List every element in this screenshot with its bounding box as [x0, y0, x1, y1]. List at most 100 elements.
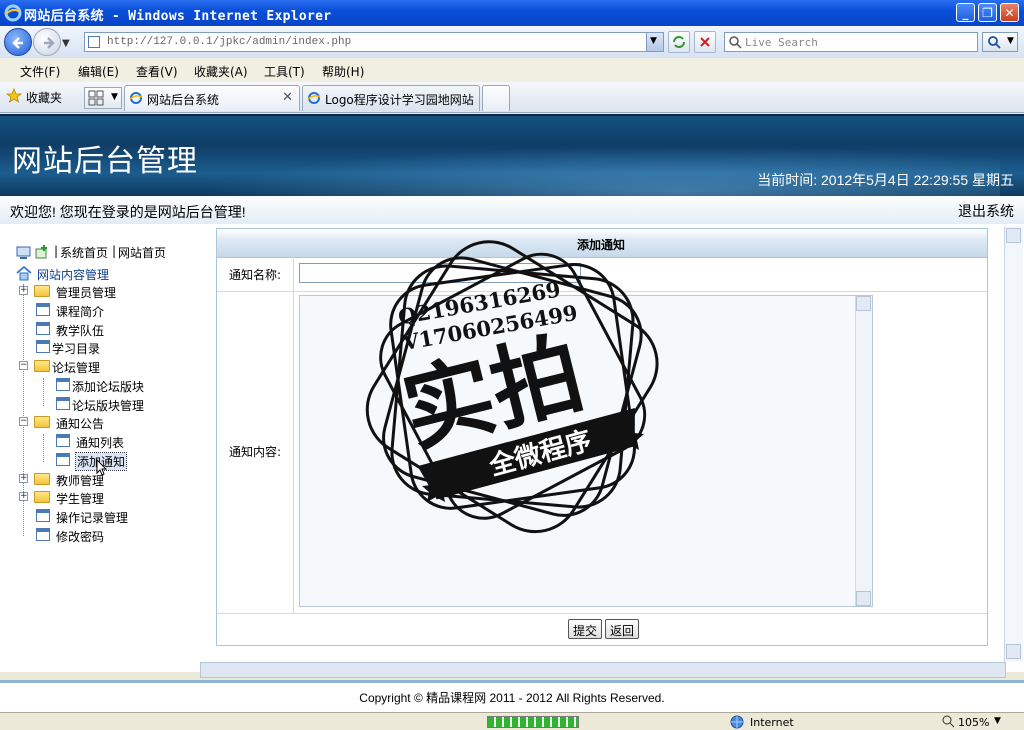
page-icon [56, 453, 70, 466]
tree-item-label: 论坛版块管理 [72, 399, 145, 413]
tab-label: 网站后台系统 [147, 93, 220, 107]
page-scrollbar[interactable] [1004, 226, 1023, 662]
back-button[interactable] [4, 28, 32, 56]
folder-icon [34, 491, 50, 503]
page-icon [36, 509, 50, 522]
tree-item-label: 课程简介 [56, 305, 105, 319]
address-dropdown[interactable]: ▼ [646, 33, 663, 51]
stop-button[interactable] [694, 31, 716, 53]
menu-help[interactable]: 帮助(H) [322, 63, 364, 80]
search-icon [988, 36, 1001, 49]
system-home-link[interactable]: 系统首页 [60, 244, 108, 261]
page-icon [56, 434, 70, 447]
scroll-up-icon[interactable] [1006, 228, 1021, 243]
status-bar: Internet 105% ▼ [0, 712, 1024, 730]
welcome-text: 欢迎您! 您现在登录的是网站后台管理! [10, 204, 246, 220]
menu-file[interactable]: 文件(F) [20, 63, 60, 80]
form-divider [217, 613, 987, 614]
close-button[interactable]: ✕ [1000, 3, 1019, 22]
submit-button[interactable]: 提交 [568, 619, 603, 639]
scroll-down-icon[interactable] [1006, 644, 1021, 659]
scroll-down-icon[interactable] [856, 591, 871, 606]
page-icon [56, 397, 70, 410]
folder-open-icon [34, 416, 50, 428]
arrow-right-icon [44, 37, 55, 49]
expand-icon[interactable]: + [19, 474, 28, 483]
scroll-up-icon[interactable] [856, 296, 871, 311]
tree-item-label: 通知列表 [76, 436, 125, 450]
progress-bar [487, 716, 579, 728]
site-home-link[interactable]: 网站首页 [118, 244, 166, 261]
tree-item-label: 添加论坛版块 [72, 380, 145, 394]
page-icon [88, 36, 100, 48]
forward-button[interactable] [33, 28, 61, 56]
new-tab-button[interactable] [482, 85, 510, 111]
menu-bar: 文件(F) 编辑(E) 查看(V) 收藏夹(A) 工具(T) 帮助(H) [0, 58, 1024, 83]
security-zone: Internet [750, 716, 794, 729]
quick-tabs-button[interactable]: ▼ [84, 87, 122, 109]
menu-view[interactable]: 查看(V) [136, 63, 178, 80]
tab-bar: 收藏夹 ▼ 网站后台系统 ✕ Logo程序设计学习园地网站 [0, 82, 1024, 113]
current-time: 当前时间: 2012年5月4日 22:29:55 星期五 [757, 172, 1014, 188]
computer-icon [16, 246, 31, 259]
page-icon [36, 303, 50, 316]
collapse-icon[interactable]: − [19, 417, 28, 426]
zoom-level[interactable]: 105% [958, 716, 989, 729]
search-input[interactable]: Live Search [724, 32, 978, 52]
folder-icon [34, 285, 50, 297]
textarea-scrollbar[interactable] [855, 296, 872, 606]
grid-icon [88, 90, 104, 106]
star-icon [6, 88, 22, 103]
favorites-label: 收藏夹 [26, 91, 63, 105]
window-titlebar: 网站后台系统 - Windows Internet Explorer _ ❐ ✕ [0, 0, 1024, 26]
tab-logo-site[interactable]: Logo程序设计学习园地网站 [302, 85, 480, 111]
expand-icon[interactable]: + [19, 492, 28, 501]
tree-item-label: 操作记录管理 [56, 511, 129, 525]
folder-icon [34, 473, 50, 485]
tree-item-label: 学生管理 [56, 492, 105, 506]
copyright-text: Copyright © 精品课程网 2011 - 2012 All Rights… [359, 691, 665, 705]
zoom-dropdown[interactable]: ▼ [994, 716, 1001, 726]
horizontal-scrollbar[interactable] [200, 662, 1006, 678]
tab-label: Logo程序设计学习园地网站 [325, 93, 474, 107]
collapse-icon[interactable]: − [19, 361, 28, 370]
ie-page-icon [307, 92, 321, 104]
menu-edit[interactable]: 编辑(E) [78, 63, 119, 80]
search-icon [729, 36, 742, 49]
history-dropdown[interactable]: ▼ [62, 38, 70, 49]
page-icon [36, 528, 50, 541]
site-title: 网站后台管理 [12, 144, 198, 179]
tree-item-label: 通知公告 [56, 417, 105, 431]
page-footer: Copyright © 精品课程网 2011 - 2012 All Rights… [0, 680, 1024, 713]
page-icon [36, 322, 50, 335]
window-title: 网站后台系统 - Windows Internet Explorer [24, 9, 332, 24]
tree-line [43, 378, 44, 406]
tree-item-label: 教学队伍 [56, 324, 105, 338]
menu-favorites[interactable]: 收藏夹(A) [194, 63, 248, 80]
address-toolbar: ▼ http://127.0.0.1/jpkc/admin/index.php … [0, 26, 1024, 58]
menu-tools[interactable]: 工具(T) [264, 63, 305, 80]
search-placeholder: Live Search [745, 36, 818, 49]
tree-item-label: 修改密码 [56, 530, 105, 544]
add-page-icon [35, 245, 47, 259]
tree-line [43, 434, 44, 462]
search-button[interactable]: ▼ [982, 32, 1018, 52]
tree-item-label: 学习目录 [52, 342, 101, 356]
address-bar[interactable]: http://127.0.0.1/jpkc/admin/index.php ▼ [84, 32, 664, 52]
arrow-left-icon [12, 37, 23, 49]
page-icon [56, 378, 70, 391]
tab-admin-system[interactable]: 网站后台系统 ✕ [124, 85, 300, 111]
logout-link[interactable]: 退出系统 [958, 201, 1014, 221]
watermark-stamp: Q2196316269 V17060256499 实拍 全微程序 [365, 240, 659, 534]
expand-icon[interactable]: + [19, 286, 28, 295]
minimize-button[interactable]: _ [956, 3, 975, 22]
refresh-button[interactable] [668, 31, 690, 53]
maximize-button[interactable]: ❐ [978, 3, 997, 22]
tree-root-label: 网站内容管理 [37, 268, 110, 282]
globe-icon [730, 715, 744, 729]
folder-open-icon [34, 360, 50, 372]
tab-close-icon[interactable]: ✕ [282, 90, 293, 105]
notice-content-label: 通知内容: [229, 445, 282, 459]
back-button[interactable]: 返回 [605, 619, 640, 639]
column-divider [293, 291, 294, 613]
